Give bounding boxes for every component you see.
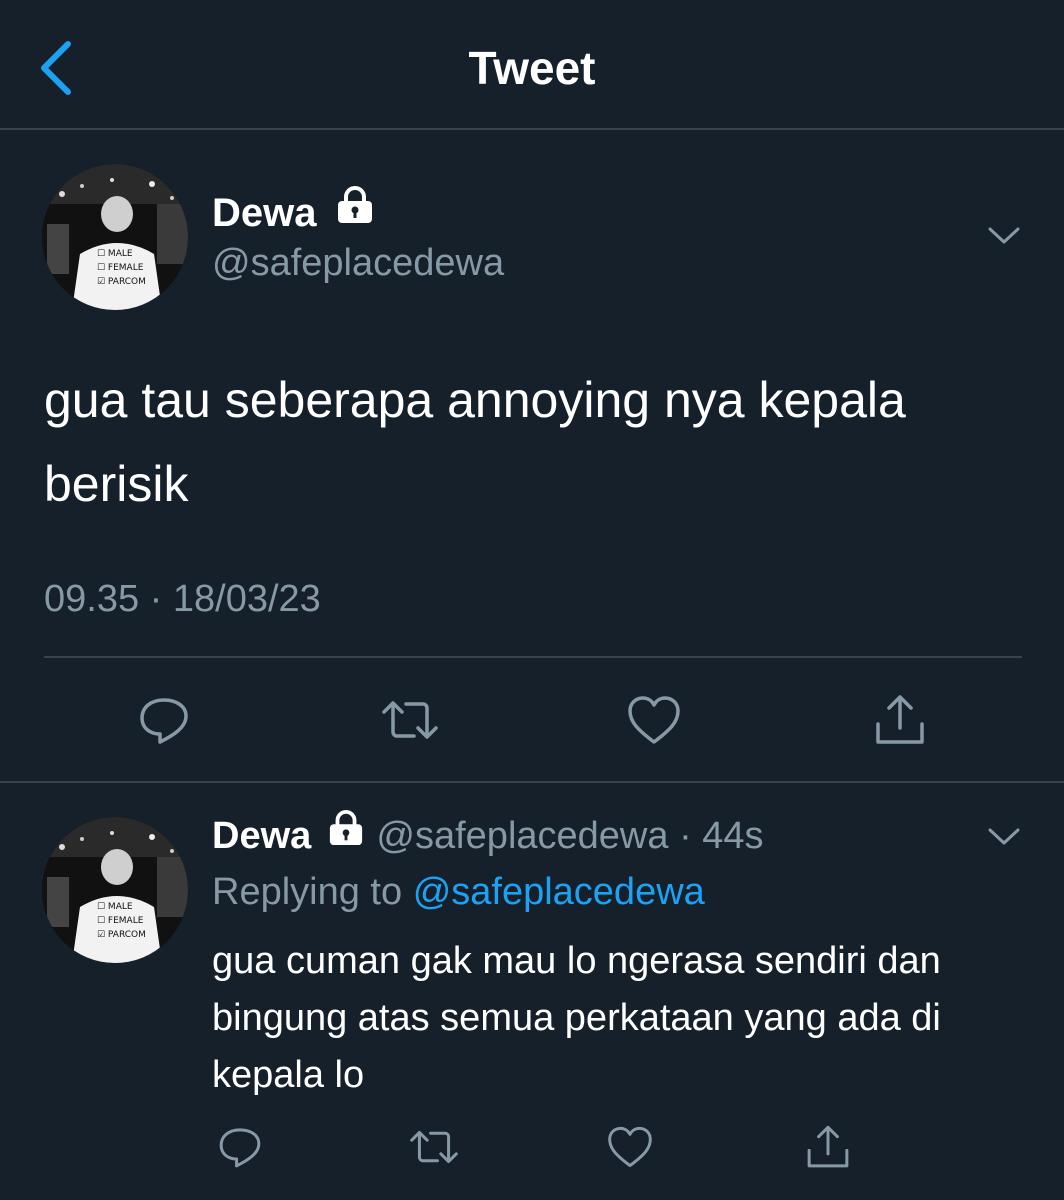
reply-time: · 44s bbox=[679, 815, 764, 857]
retweet-icon bbox=[410, 1130, 458, 1164]
like-icon bbox=[628, 696, 680, 744]
reply-icon bbox=[219, 1128, 261, 1168]
share-icon bbox=[876, 695, 924, 744]
divider bbox=[44, 656, 1022, 658]
avatar[interactable]: ☐ MALE ☐ FEMALE ☑ PARCOM bbox=[42, 164, 188, 310]
avatar[interactable]: ☐ MALE ☐ FEMALE ☑ PARCOM bbox=[42, 817, 188, 963]
tweet-text: gua tau seberapa annoying nya kepala ber… bbox=[44, 372, 906, 512]
top-bar: Tweet bbox=[0, 0, 1064, 130]
reply-icon bbox=[140, 698, 188, 744]
share-icon bbox=[807, 1125, 849, 1168]
avatar-photo: ☐ MALE ☐ FEMALE ☑ PARCOM bbox=[42, 817, 188, 963]
svg-text:☐ FEMALE: ☐ FEMALE bbox=[97, 263, 144, 273]
reply-text: gua cuman gak mau lo ngerasa sendiri dan… bbox=[212, 940, 941, 1096]
chevron-down-icon[interactable] bbox=[984, 821, 1024, 851]
like-button[interactable] bbox=[602, 1119, 658, 1175]
author-handle[interactable]: @safeplacedewa bbox=[212, 240, 504, 286]
author-name[interactable]: Dewa bbox=[212, 191, 317, 235]
reply-button[interactable] bbox=[132, 688, 196, 752]
replying-to-link[interactable]: @safeplacedewa bbox=[413, 871, 705, 913]
like-button[interactable] bbox=[622, 688, 686, 752]
author-name[interactable]: Dewa bbox=[212, 815, 311, 857]
share-button[interactable] bbox=[868, 688, 932, 752]
lock-icon bbox=[326, 809, 366, 859]
page-title: Tweet bbox=[468, 42, 596, 94]
retweet-icon bbox=[382, 701, 438, 739]
lock-icon bbox=[334, 186, 376, 236]
svg-text:☑ PARCOM: ☑ PARCOM bbox=[97, 277, 146, 287]
svg-text:☑ PARCOM: ☑ PARCOM bbox=[97, 930, 146, 940]
svg-text:☐ MALE: ☐ MALE bbox=[97, 902, 133, 912]
replying-to: Replying to @safeplacedewa bbox=[212, 869, 705, 915]
svg-text:☐ FEMALE: ☐ FEMALE bbox=[97, 916, 144, 926]
reply-button[interactable] bbox=[212, 1119, 268, 1175]
svg-text:☐ MALE: ☐ MALE bbox=[97, 249, 133, 259]
reply-tweet: ☐ MALE ☐ FEMALE ☑ PARCOM Dewa @safeplace… bbox=[0, 783, 1064, 1200]
share-button[interactable] bbox=[800, 1119, 856, 1175]
replying-prefix: Replying to bbox=[212, 871, 403, 913]
author-handle[interactable]: @safeplacedewa bbox=[376, 815, 668, 857]
tweet-timestamp: 09.35 · 18/03/23 bbox=[44, 578, 321, 620]
chevron-down-icon[interactable] bbox=[984, 220, 1024, 250]
like-icon bbox=[608, 1126, 652, 1168]
avatar-photo: ☐ MALE ☐ FEMALE ☑ PARCOM bbox=[42, 164, 188, 310]
retweet-button[interactable] bbox=[378, 688, 442, 752]
main-tweet: ☐ MALE ☐ FEMALE ☑ PARCOM Dewa @safeplace… bbox=[0, 130, 1064, 782]
retweet-button[interactable] bbox=[406, 1119, 462, 1175]
